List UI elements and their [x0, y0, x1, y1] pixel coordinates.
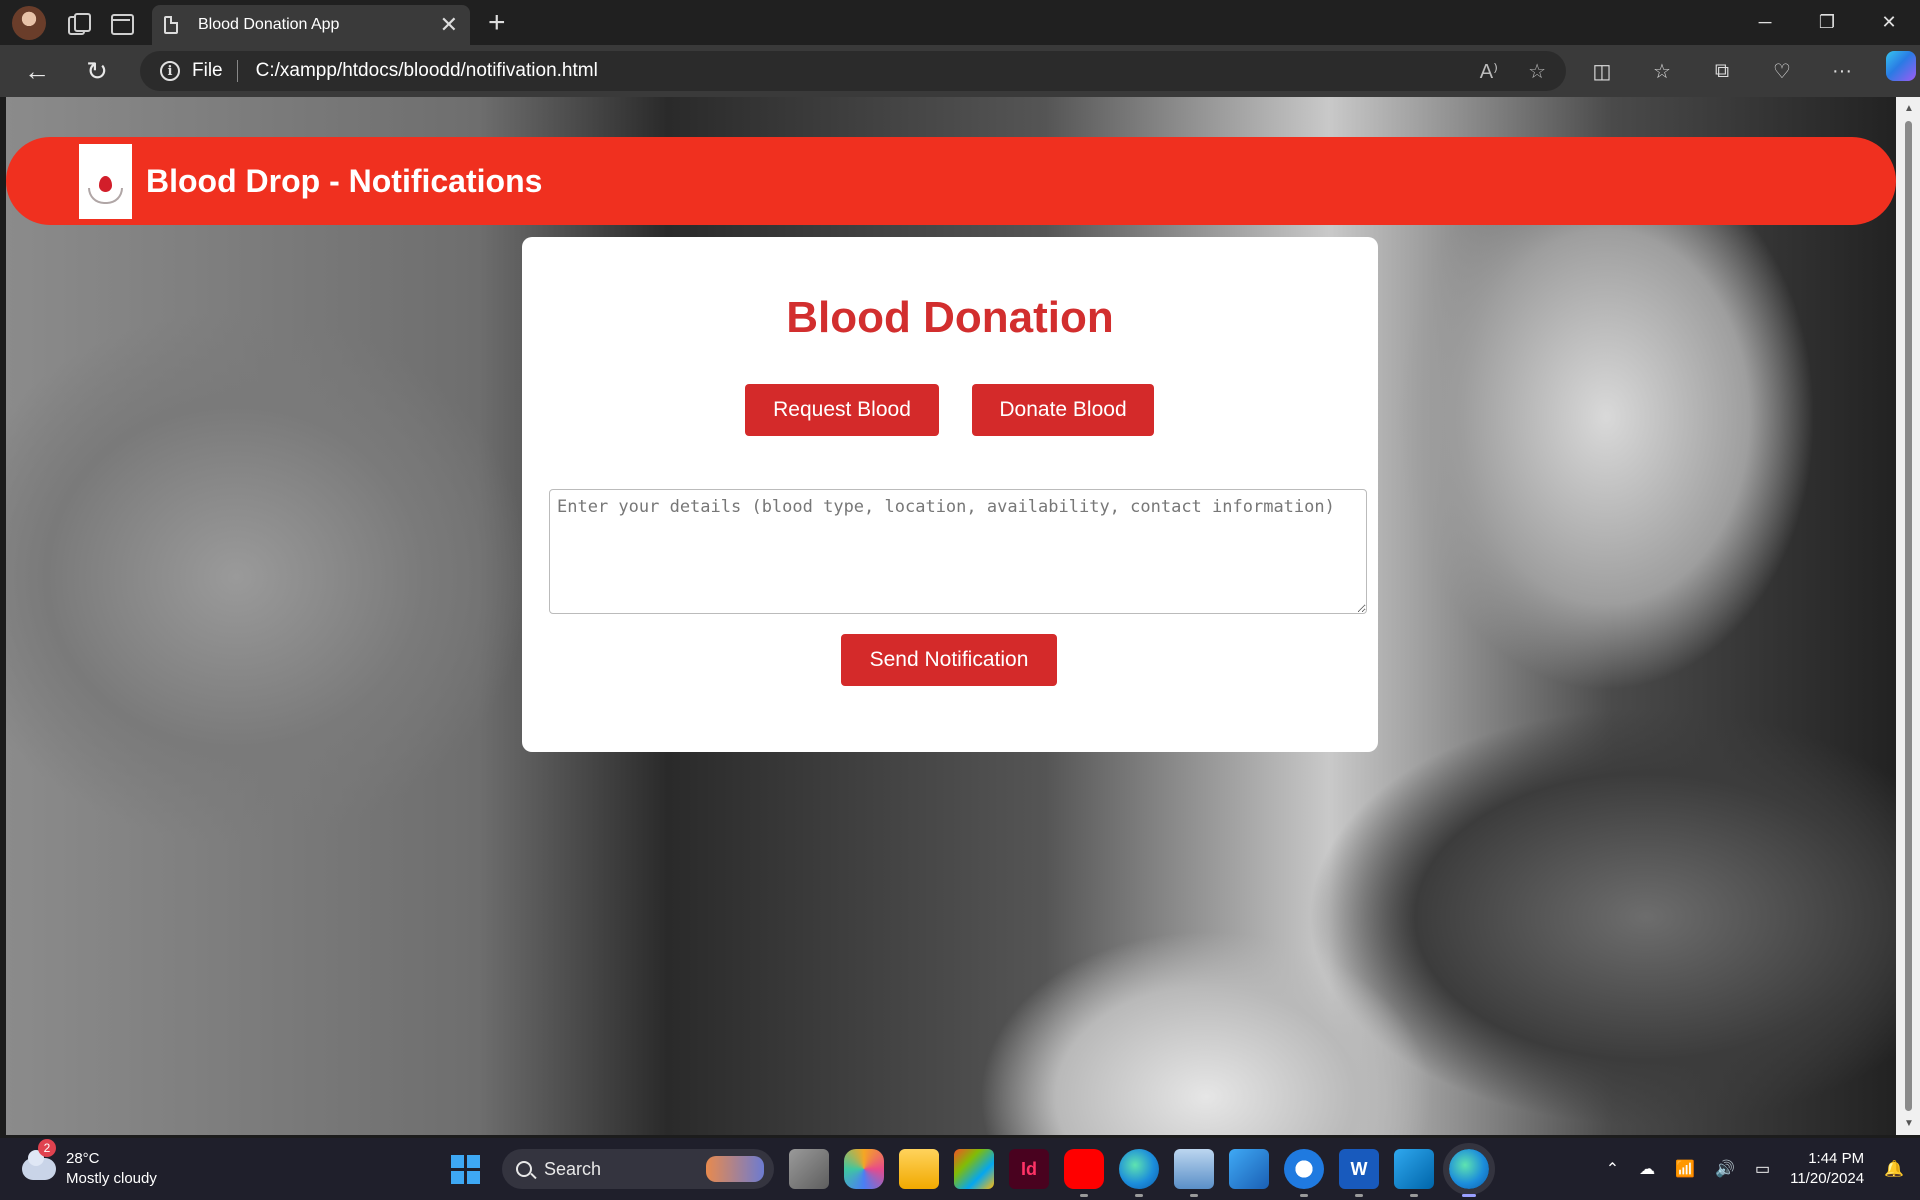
taskbar-search-label: Search: [544, 1158, 602, 1179]
back-arrow-icon[interactable]: ←: [14, 51, 60, 91]
search-icon: [516, 1161, 532, 1177]
show-hidden-icons-chevron-icon[interactable]: ⌃: [1606, 1159, 1619, 1179]
favorite-star-icon[interactable]: ☆: [1528, 59, 1546, 84]
copilot-app-icon[interactable]: [844, 1149, 884, 1189]
new-tab-button[interactable]: +: [488, 7, 506, 38]
edge-browser-icon[interactable]: [1443, 1143, 1495, 1197]
details-textarea[interactable]: [549, 489, 1367, 614]
window-controls: ─ ❐ ✕: [1734, 0, 1920, 45]
read-aloud-icon[interactable]: A⁾: [1480, 59, 1498, 84]
page-scrollbar[interactable]: ▲ ▼: [1896, 97, 1920, 1135]
tab-title: Blood Donation App: [198, 16, 340, 33]
close-window-button[interactable]: ✕: [1858, 0, 1920, 45]
minimize-button[interactable]: ─: [1734, 0, 1796, 45]
refresh-icon[interactable]: ↻: [74, 51, 120, 91]
system-tray: ⌃ ☁ 📶 🔊 ▭ 1:44 PM 11/20/2024 🔔: [1606, 1138, 1904, 1200]
favorites-icon[interactable]: ☆: [1632, 51, 1692, 91]
request-blood-button[interactable]: Request Blood: [745, 384, 939, 436]
youtube-icon[interactable]: [1064, 1149, 1104, 1197]
blood-drop-logo: [79, 143, 132, 219]
address-separator: [236, 60, 238, 82]
tab-close-button[interactable]: ✕: [440, 12, 458, 38]
restore-button[interactable]: ❐: [1796, 0, 1858, 45]
vscode-icon[interactable]: [1394, 1149, 1434, 1197]
word-icon[interactable]: W: [1339, 1149, 1379, 1197]
weather-temperature: 28°C: [66, 1150, 100, 1167]
app-installer-icon[interactable]: [1284, 1149, 1324, 1197]
profile-avatar[interactable]: [12, 5, 46, 40]
page-viewport: Blood Drop - Notifications Blood Donatio…: [6, 97, 1896, 1135]
scroll-thumb[interactable]: [1905, 121, 1912, 1111]
weather-widget[interactable]: 2 28°C Mostly cloudy: [22, 1139, 157, 1189]
copilot-icon[interactable]: [1886, 51, 1916, 81]
file-explorer-icon[interactable]: [899, 1149, 939, 1189]
clock-time: 1:44 PM: [1808, 1150, 1865, 1167]
battery-icon[interactable]: ▭: [1755, 1159, 1770, 1179]
paint-icon[interactable]: [1229, 1149, 1269, 1189]
clock[interactable]: 1:44 PM 11/20/2024: [1790, 1149, 1864, 1189]
onedrive-icon[interactable]: ☁: [1639, 1159, 1655, 1179]
address-bar[interactable]: i File C:/xampp/htdocs/bloodd/notifivati…: [140, 51, 1566, 91]
donate-blood-button[interactable]: Donate Blood: [972, 384, 1154, 436]
browser-tab-active[interactable]: Blood Donation App ✕: [152, 5, 470, 45]
browser-essentials-icon[interactable]: ♡: [1752, 51, 1812, 91]
indesign-icon[interactable]: Id: [1009, 1149, 1049, 1189]
taskbar-search[interactable]: Search: [502, 1149, 774, 1189]
hands-icon: [88, 187, 123, 204]
app-header: Blood Drop - Notifications: [6, 137, 1896, 225]
split-screen-icon[interactable]: ◫: [1572, 51, 1632, 91]
weather-badge: 2: [38, 1139, 56, 1157]
wifi-icon[interactable]: 📶: [1675, 1159, 1695, 1179]
app-header-title: Blood Drop - Notifications: [146, 162, 543, 199]
microsoft-store-icon[interactable]: [954, 1149, 994, 1189]
task-view-icon[interactable]: [789, 1149, 829, 1189]
address-scheme-label: File: [192, 60, 223, 81]
more-options-icon[interactable]: ···: [1812, 51, 1872, 91]
address-url[interactable]: C:/xampp/htdocs/bloodd/notifivation.html: [256, 60, 1480, 82]
card-title: Blood Donation: [786, 293, 1114, 342]
clock-date: 11/20/2024: [1790, 1170, 1865, 1187]
notification-bell-icon[interactable]: 🔔: [1884, 1159, 1904, 1179]
tab-actions-icon[interactable]: [108, 10, 134, 36]
collections-icon[interactable]: ⧉: [1692, 51, 1752, 91]
weather-description: Mostly cloudy: [66, 1170, 157, 1187]
browser-tabstrip: Blood Donation App ✕ + ─ ❐ ✕: [0, 0, 1920, 45]
scroll-up-icon[interactable]: ▲: [1904, 103, 1914, 114]
scroll-down-icon[interactable]: ▼: [1904, 1118, 1914, 1129]
windows-taskbar: 2 28°C Mostly cloudy Search Id W ⌃ ☁ 📶 🔊…: [0, 1138, 1920, 1200]
send-notification-button[interactable]: Send Notification: [841, 634, 1057, 686]
windows-start-icon[interactable]: [440, 1144, 490, 1194]
edge-dev-icon[interactable]: [1119, 1149, 1159, 1197]
document-icon: [164, 16, 178, 34]
workspaces-icon[interactable]: [64, 10, 91, 36]
photos-icon[interactable]: [1174, 1149, 1214, 1197]
site-info-icon[interactable]: i: [160, 61, 180, 81]
donation-card: Blood Donation Request Blood Donate Bloo…: [522, 237, 1378, 752]
browser-toolbar: ← ↻ i File C:/xampp/htdocs/bloodd/notifi…: [0, 45, 1920, 97]
volume-icon[interactable]: 🔊: [1715, 1159, 1735, 1179]
search-highlight-image: [706, 1156, 764, 1182]
cloudy-weather-icon: [22, 1150, 56, 1180]
